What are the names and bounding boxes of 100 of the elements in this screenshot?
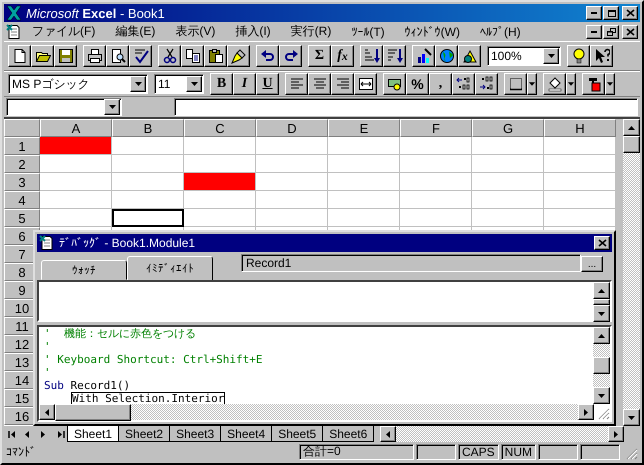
- column-header[interactable]: D: [256, 119, 328, 137]
- save-button[interactable]: [54, 45, 77, 67]
- browse-button[interactable]: ...: [581, 256, 603, 272]
- sheet-tab[interactable]: Sheet4: [220, 426, 272, 442]
- vertical-scrollbar[interactable]: [623, 119, 640, 426]
- drawing-button[interactable]: [458, 45, 481, 67]
- undo-button[interactable]: [256, 45, 279, 67]
- minimize-button[interactable]: [586, 6, 602, 20]
- map-button[interactable]: [435, 45, 458, 67]
- scroll-thumb[interactable]: [593, 357, 610, 374]
- menu-item[interactable]: ｳｨﾝﾄﾞｳ(W): [394, 24, 470, 38]
- menu-item[interactable]: 実行(R): [280, 23, 342, 40]
- spelling-button[interactable]: [129, 45, 152, 67]
- row-header[interactable]: 4: [4, 191, 40, 209]
- select-all-button[interactable]: [4, 119, 40, 137]
- print-button[interactable]: [83, 45, 106, 67]
- dropdown-button[interactable]: [543, 48, 559, 64]
- copy-button[interactable]: [181, 45, 204, 67]
- center-button[interactable]: [308, 73, 331, 95]
- scroll-thumb[interactable]: [593, 299, 610, 305]
- sort-descending-button[interactable]: [383, 45, 406, 67]
- help-button[interactable]: [590, 45, 613, 67]
- vertical-scrollbar[interactable]: [593, 327, 610, 404]
- comma-button[interactable]: ,: [429, 73, 452, 95]
- dropdown-button[interactable]: [527, 73, 537, 95]
- column-header[interactable]: G: [472, 119, 544, 137]
- tab[interactable]: ｳｫｯﾁ: [41, 260, 127, 280]
- grid-cell[interactable]: [112, 209, 184, 227]
- underline-button[interactable]: U: [256, 73, 279, 95]
- row-header[interactable]: 3: [4, 173, 40, 191]
- dropdown-button[interactable]: [186, 76, 202, 92]
- autosum-button[interactable]: Σ: [308, 45, 331, 67]
- dropdown-button[interactable]: [605, 73, 615, 95]
- scroll-up-button[interactable]: [623, 119, 640, 136]
- maximize-button[interactable]: [603, 6, 619, 20]
- sheet-tab[interactable]: Sheet3: [169, 426, 222, 442]
- dropdown-button[interactable]: [566, 73, 576, 95]
- scroll-up-button[interactable]: [593, 282, 610, 299]
- menu-item[interactable]: ﾂｰﾙ(T): [341, 24, 395, 38]
- align-left-button[interactable]: [285, 73, 308, 95]
- close-button[interactable]: [622, 6, 638, 20]
- merge-center-button[interactable]: [354, 73, 377, 95]
- close-button[interactable]: [622, 24, 638, 38]
- scrollbar-track[interactable]: [593, 344, 610, 357]
- bold-button[interactable]: B: [210, 73, 233, 95]
- menu-item[interactable]: ファイル(F): [22, 23, 106, 40]
- scroll-down-button[interactable]: [623, 409, 640, 426]
- font-dropdown[interactable]: MS Pゴシック: [8, 74, 148, 94]
- format-painter-button[interactable]: [227, 45, 250, 67]
- column-header[interactable]: F: [400, 119, 472, 137]
- fill-color-button[interactable]: [543, 73, 566, 95]
- scroll-thumb[interactable]: [55, 404, 131, 421]
- sheet-tab[interactable]: Sheet2: [118, 426, 170, 442]
- dropdown-button[interactable]: [130, 76, 146, 92]
- column-header[interactable]: H: [544, 119, 616, 137]
- increase-decimal-button[interactable]: [452, 73, 475, 95]
- percent-button[interactable]: %: [406, 73, 429, 95]
- close-button[interactable]: [594, 236, 610, 250]
- open-button[interactable]: [31, 45, 54, 67]
- cut-button[interactable]: [158, 45, 181, 67]
- formula-bar-field[interactable]: [174, 98, 638, 116]
- scroll-thumb[interactable]: [623, 136, 640, 153]
- scrollbar-track[interactable]: [593, 374, 610, 387]
- borders-button[interactable]: [504, 73, 527, 95]
- tab[interactable]: ｲﾐﾃﾞｨｴｲﾄ: [127, 256, 213, 280]
- horizontal-scrollbar[interactable]: [39, 404, 610, 420]
- row-header[interactable]: 5: [4, 209, 40, 227]
- print-preview-button[interactable]: [106, 45, 129, 67]
- menu-item[interactable]: ﾍﾙﾌﾟ(H): [470, 24, 531, 38]
- zoom-dropdown[interactable]: 100%: [487, 46, 561, 66]
- row-header[interactable]: 1: [4, 137, 40, 155]
- restore-button[interactable]: [603, 24, 619, 38]
- scroll-right-button[interactable]: [578, 404, 594, 420]
- sort-ascending-button[interactable]: [360, 45, 383, 67]
- menu-item[interactable]: 編集(E): [105, 23, 166, 40]
- column-header[interactable]: A: [40, 119, 112, 137]
- menu-item[interactable]: 挿入(I): [225, 23, 281, 40]
- chart-wizard-button[interactable]: [412, 45, 435, 67]
- immediate-pane[interactable]: [37, 280, 612, 322]
- sheet-tab[interactable]: Sheet1: [67, 426, 120, 442]
- minimize-button[interactable]: [586, 24, 602, 38]
- scroll-left-button[interactable]: [39, 404, 55, 420]
- tip-button[interactable]: [567, 45, 590, 67]
- scroll-down-button[interactable]: [593, 305, 610, 322]
- currency-button[interactable]: [383, 73, 406, 95]
- italic-button[interactable]: I: [233, 73, 256, 95]
- paste-button[interactable]: [204, 45, 227, 67]
- column-header[interactable]: C: [184, 119, 256, 137]
- decrease-decimal-button[interactable]: [475, 73, 498, 95]
- redo-button[interactable]: [279, 45, 302, 67]
- font-color-button[interactable]: [582, 73, 605, 95]
- new-button[interactable]: [8, 45, 31, 67]
- sheet-tab[interactable]: Sheet5: [271, 426, 324, 442]
- scroll-up-button[interactable]: [593, 327, 610, 344]
- menu-item[interactable]: 表示(V): [165, 23, 226, 40]
- scroll-left-button[interactable]: [380, 426, 396, 442]
- code-pane[interactable]: ' 機能：セルに赤色をつける ' ' Keyboard Shortcut: Ctrl+Shift+E ' Sub Record1() With Selection.Interior: [37, 325, 612, 422]
- font-size-dropdown[interactable]: 11: [154, 74, 204, 94]
- column-header[interactable]: E: [328, 119, 400, 137]
- sheet-tab[interactable]: Sheet6: [322, 426, 374, 442]
